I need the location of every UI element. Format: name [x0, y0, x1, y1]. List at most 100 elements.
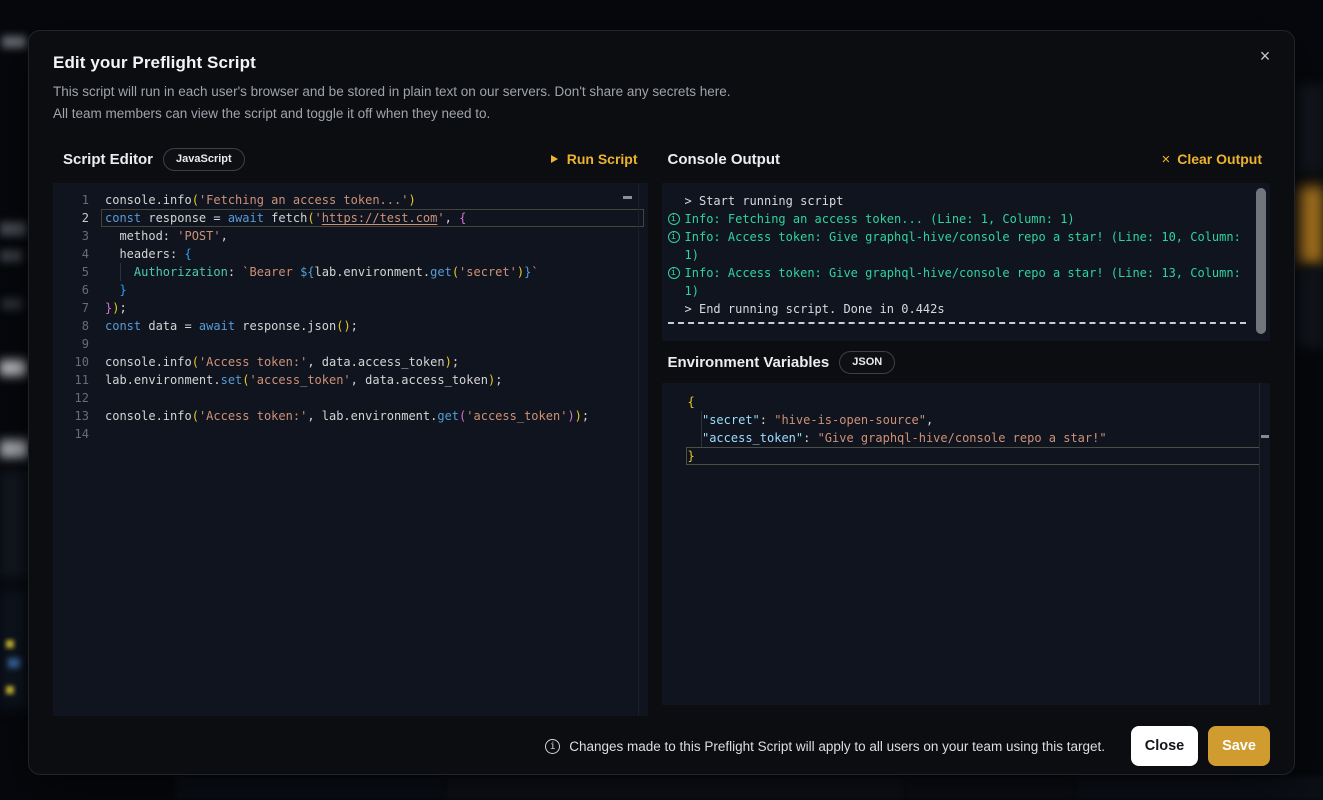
run-script-label: Run Script — [567, 151, 638, 167]
code-text: Authorization: `Bearer ${lab.environment… — [101, 263, 644, 281]
overview-ruler — [1259, 383, 1260, 705]
background-blob — [0, 222, 26, 236]
line-number: 5 — [53, 263, 89, 281]
console-scrollbar[interactable] — [1256, 188, 1266, 334]
background-blob — [1075, 776, 1323, 800]
modal-close-icon[interactable]: × — [1250, 41, 1280, 71]
code-text: console.info('Fetching an access token..… — [101, 191, 644, 209]
preflight-script-modal: × Edit your Preflight Script This script… — [28, 30, 1295, 775]
env-json-line[interactable]: "secret": "hive-is-open-source", — [686, 411, 1260, 429]
console-entry-text: > End running script. Done in 0.442s — [685, 300, 945, 318]
background-blob — [2, 298, 22, 310]
console-entry-text: Info: Fetching an access token... (Line:… — [685, 210, 1075, 228]
footer-note: Changes made to this Preflight Script wi… — [569, 739, 1105, 754]
code-text — [101, 425, 644, 443]
save-button[interactable]: Save — [1208, 726, 1270, 766]
code-line[interactable]: 10 console.info('Access token:', data.acc… — [53, 353, 648, 371]
code-line[interactable]: 4 headers: { — [53, 245, 648, 263]
console-entry-text: > Start running script — [685, 192, 844, 210]
info-circle-icon — [668, 213, 680, 225]
code-text: headers: { — [101, 245, 644, 263]
console-indent — [668, 303, 680, 315]
line-number: 7 — [53, 299, 89, 317]
background-blob — [0, 250, 22, 262]
code-line[interactable]: 12 — [53, 389, 648, 407]
code-text: lab.environment.set('access_token', data… — [101, 371, 644, 389]
close-button[interactable]: Close — [1131, 726, 1198, 766]
code-text: } — [101, 281, 644, 299]
environment-variables-editor[interactable]: { "secret": "hive-is-open-source", "acce… — [662, 383, 1270, 705]
code-line[interactable]: 6 } — [53, 281, 648, 299]
code-text — [101, 389, 644, 407]
line-number: 14 — [53, 425, 89, 443]
code-text: }); — [101, 299, 644, 317]
code-text: console.info('Access token:', data.acces… — [101, 353, 644, 371]
env-json-line[interactable]: { — [686, 393, 1260, 411]
background-blob — [0, 588, 28, 708]
info-circle-icon — [668, 267, 680, 279]
console-entry: Info: Access token: Give graphql-hive/co… — [668, 228, 1252, 264]
code-line[interactable]: 11 lab.environment.set('access_token', da… — [53, 371, 648, 389]
line-number: 6 — [53, 281, 89, 299]
background-blob — [0, 360, 26, 376]
background-blob — [1297, 268, 1323, 348]
modal-title: Edit your Preflight Script — [53, 53, 1270, 73]
line-number: 1 — [53, 191, 89, 209]
script-editor[interactable]: 1 console.info('Fetching an access token.… — [53, 183, 648, 716]
console-entry-text: Info: Access token: Give graphql-hive/co… — [685, 228, 1252, 264]
background-blob — [445, 776, 905, 800]
line-number: 9 — [53, 335, 89, 353]
code-line[interactable]: 13 console.info('Access token:', lab.envi… — [53, 407, 648, 425]
line-number: 10 — [53, 353, 89, 371]
console-entry: Info: Fetching an access token... (Line:… — [668, 210, 1252, 228]
console-indent — [668, 195, 680, 207]
code-line[interactable]: 14 — [53, 425, 648, 443]
line-number: 12 — [53, 389, 89, 407]
line-number: 4 — [53, 245, 89, 263]
background-blob — [8, 658, 20, 668]
code-line[interactable]: 1 console.info('Fetching an access token.… — [53, 191, 648, 209]
info-circle-icon — [545, 739, 560, 754]
line-number: 11 — [53, 371, 89, 389]
env-json-line[interactable]: "access_token": "Give graphql-hive/conso… — [686, 429, 1260, 447]
background-blob — [0, 440, 28, 458]
console-separator — [668, 322, 1246, 324]
code-line[interactable]: 8 const data = await response.json(); — [53, 317, 648, 335]
code-line[interactable]: 2const response = await fetch('https://t… — [53, 209, 648, 227]
code-line[interactable]: 3 method: 'POST', — [53, 227, 648, 245]
indent-guide — [120, 263, 121, 281]
info-circle-icon — [668, 231, 680, 243]
background-blob — [6, 686, 14, 694]
run-script-button[interactable]: Run Script — [551, 151, 638, 167]
overview-ruler-cursor-mark — [623, 196, 632, 199]
console-entry: > End running script. Done in 0.442s — [668, 300, 1252, 318]
console-entry-text: Info: Access token: Give graphql-hive/co… — [685, 264, 1252, 300]
clear-icon: × — [1161, 152, 1170, 167]
line-number: 3 — [53, 227, 89, 245]
background-blob — [2, 36, 26, 48]
line-number: 8 — [53, 317, 89, 335]
code-line[interactable]: 5 Authorization: `Bearer ${lab.environme… — [53, 263, 648, 281]
clear-output-label: Clear Output — [1177, 151, 1262, 167]
code-text — [101, 335, 644, 353]
console-entry: Info: Access token: Give graphql-hive/co… — [668, 264, 1252, 300]
code-text: console.info('Access token:', lab.enviro… — [101, 407, 644, 425]
modal-description-line2: All team members can view the script and… — [53, 103, 1270, 125]
line-number: 2 — [53, 209, 89, 227]
background-blob — [0, 470, 28, 580]
env-json-line[interactable]: } — [686, 447, 1260, 465]
overview-ruler — [638, 183, 639, 716]
line-number: 13 — [53, 407, 89, 425]
background-blob — [905, 776, 1075, 800]
overview-ruler-cursor-mark — [1261, 435, 1269, 438]
code-text: method: 'POST', — [101, 227, 644, 245]
clear-output-button[interactable]: × Clear Output — [1161, 151, 1262, 167]
modal-description-line1: This script will run in each user's brow… — [53, 81, 1270, 103]
play-icon — [551, 155, 558, 163]
code-text: const data = await response.json(); — [101, 317, 644, 335]
code-line[interactable]: 9 — [53, 335, 648, 353]
background-blob — [6, 640, 14, 648]
environment-variables-title: Environment Variables — [668, 354, 830, 371]
code-line[interactable]: 7}); — [53, 299, 648, 317]
console-output: > Start running scriptInfo: Fetching an … — [662, 183, 1270, 341]
